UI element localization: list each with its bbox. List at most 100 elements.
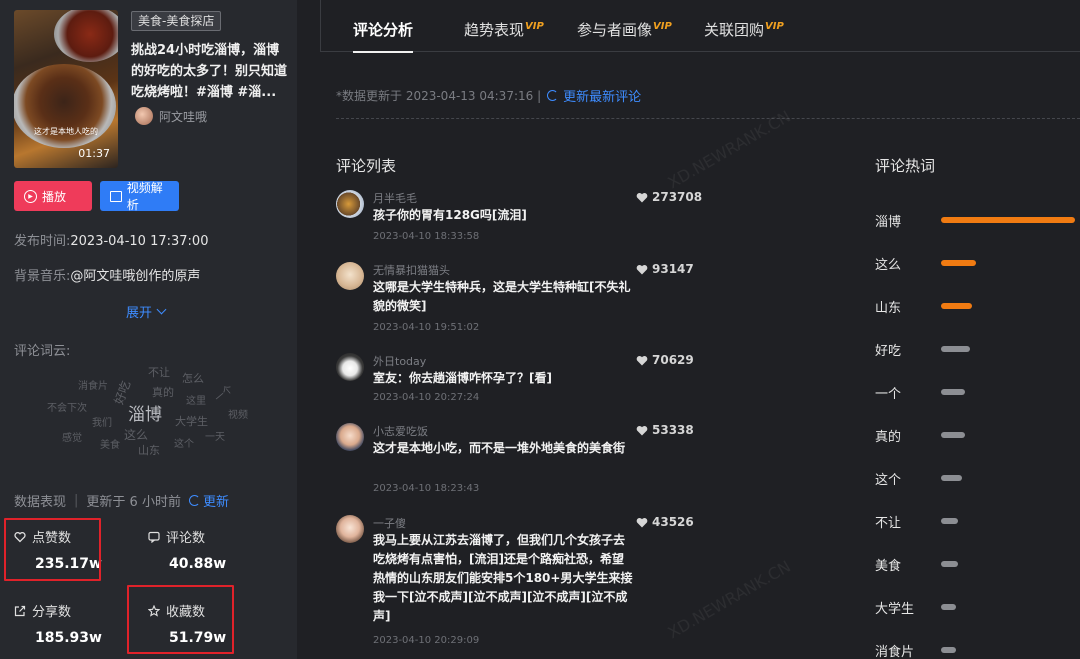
stats-title: 数据表现 [14,495,67,510]
tab-comment-analysis[interactable]: 评论分析 [353,19,414,53]
video-analysis-label: 视频解析 [126,181,163,212]
comment-likes-count: 273708 [652,190,703,204]
background-music: 背景音乐:@阿文哇哦创作的原声 [14,265,200,284]
heart-icon [636,264,648,274]
watermark: XD.NEWRANK.CN [664,556,794,643]
expand-button[interactable]: 展开 [126,302,167,321]
video-thumbnail[interactable]: 这才是本地人吃的 01:37 [14,10,118,168]
hot-word-row: 大学生 [875,598,1080,618]
hot-word-label: 这么 [875,258,902,273]
cloud-word: 我们 [92,418,112,429]
music-value[interactable]: @阿文哇哦创作的原声 [70,269,200,284]
cloud-word: 一天 [205,432,225,443]
tab-label: 趋势表现 [464,21,525,39]
hot-word-label: 大学生 [875,602,915,617]
cloud-word: 这个 [174,439,194,450]
hot-word-bar [941,518,958,524]
hot-word-row: 淄博 [875,211,1080,231]
data-update-text: *数据更新于 2023-04-13 04:37:16 | [336,89,542,103]
hot-word-label: 这个 [875,473,902,488]
cloud-word: 这里 [186,396,206,407]
author-avatar [135,107,153,125]
cloud-word: 大学生 [175,415,208,428]
author[interactable]: 阿文哇哦 [135,107,207,125]
hot-word-bar [941,475,962,481]
hot-word-bar [941,303,972,309]
user-avatar[interactable] [336,515,364,543]
comment-likes-count: 53338 [652,423,694,437]
hot-word-label: 消食片 [875,645,915,659]
publish-time-value: 2023-04-10 17:37:00 [70,234,209,249]
hot-word-bar [941,389,965,395]
hot-word-row: 美食 [875,555,1080,575]
video-duration: 01:37 [78,147,110,160]
stats-refresh-button[interactable]: 更新 [188,491,229,510]
highlight-box [127,585,234,654]
comment-username[interactable]: 无情暴扣猫猫头 [373,262,450,278]
video-title[interactable]: 挑战24小时吃淄博，淄博的好吃的太多了！别只知道吃烧烤啦！#淄博 #淄... [131,40,287,103]
tab-label: 参与者画像 [577,21,653,39]
analysis-panel: 评论分析 趋势表现VIP 参与者画像VIP 关联团购VIP *数据更新于 202… [320,0,1080,659]
hot-word-bar [941,432,965,438]
chevron-down-icon [156,304,167,315]
play-button[interactable]: ▶ 播放 [14,181,92,211]
comment-username[interactable]: 月半毛毛 [373,190,417,206]
word-cloud: 淄博 好吃 不让 怎么 真的 消食片 不会下次 大学生 视频 我们 这么 一天 … [40,360,270,470]
food-bowl-image [54,10,118,62]
refresh-comments-link[interactable]: 更新最新评论 [547,86,641,105]
heart-icon [636,425,648,435]
hot-word-row: 这个 [875,469,1080,489]
user-avatar[interactable] [336,423,364,451]
category-tag: 美食-美食探店 [131,11,222,31]
vip-badge: VIP [525,21,544,32]
comment-username[interactable]: 外日today [373,353,426,369]
image-icon [110,190,122,202]
stat-shares: 分享数 185.93w [14,601,124,646]
cloud-word: 一个 [213,383,236,405]
cloud-word: 感觉 [62,433,82,444]
tab-bar: 评论分析 趋势表现VIP 参与者画像VIP 关联团购VIP [320,0,1080,53]
heart-icon [636,355,648,365]
comment-likes: 93147 [636,262,694,276]
hot-words-title: 评论热词 [875,157,936,175]
tab-audience[interactable]: 参与者画像VIP [577,19,672,40]
stat-comments-value: 40.88w [169,556,227,572]
comment-time: 2023-04-10 18:23:43 [373,483,480,494]
expand-label: 展开 [126,306,153,321]
user-avatar[interactable] [336,353,364,381]
hot-word-label: 不让 [875,516,902,531]
hot-word-label: 山东 [875,301,902,316]
hot-word-bar [941,604,956,610]
comment-time: 2023-04-10 20:27:24 [373,392,480,403]
publish-time-label: 发布时间: [14,234,71,249]
comment-text: 我马上要从江苏去淄博了，但我们几个女孩子去吃烧烤有点害怕，[流泪]还是个路痴社恐… [373,533,633,623]
watermark: XD.NEWRANK.CN [664,106,794,193]
vip-badge: VIP [653,21,672,32]
hot-word-bar [941,217,1075,223]
stat-shares-label: 分享数 [32,605,72,620]
hot-word-bar [941,561,958,567]
author-name: 阿文哇哦 [159,109,208,124]
thumbnail-caption: 这才是本地人吃的 [34,127,98,136]
hot-word-row: 好吃 [875,340,1080,360]
comment-text: 这才是本地小吃，而不是一堆外地美食的美食街 [373,441,626,455]
user-avatar[interactable] [336,190,364,218]
comment-likes-count: 70629 [652,353,694,367]
cloud-word: 消食片 [78,381,108,392]
refresh-icon [547,90,559,101]
comment-username[interactable]: 一子傻 [373,515,406,531]
hot-word-label: 美食 [875,559,902,574]
tab-group-buy[interactable]: 关联团购VIP [704,19,784,40]
hot-word-bar [941,260,976,266]
user-avatar[interactable] [336,262,364,290]
play-button-label: 播放 [42,189,67,204]
heart-icon [636,192,648,202]
refresh-comments-label: 更新最新评论 [563,90,642,105]
video-analysis-button[interactable]: 视频解析 [100,181,179,212]
tab-trend[interactable]: 趋势表现VIP [464,19,544,40]
heart-icon [636,517,648,527]
divider: | [74,493,79,508]
comment-username[interactable]: 小志爱吃饭 [373,423,428,439]
video-info-panel: 这才是本地人吃的 01:37 美食-美食探店 挑战24小时吃淄博，淄博的好吃的太… [0,0,297,659]
hot-word-label: 淄博 [875,215,902,230]
